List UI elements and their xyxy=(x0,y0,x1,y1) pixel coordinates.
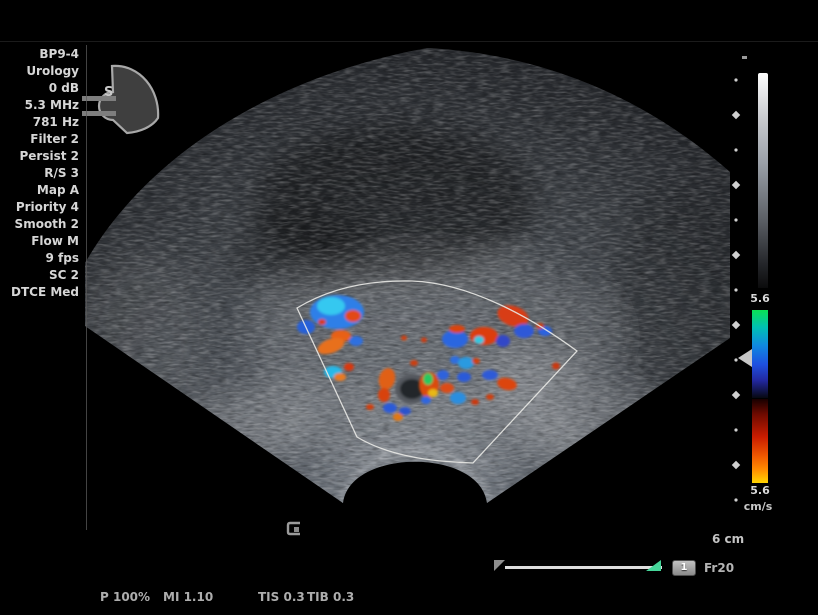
velocity-scale-bottom: 5.6 xyxy=(740,484,780,497)
param-flow: Flow M xyxy=(0,233,82,250)
param-frequency: 5.3 MHz xyxy=(0,97,82,114)
param-fps: 9 fps xyxy=(0,250,82,267)
cine-progress-bar[interactable] xyxy=(505,566,662,569)
param-preset: Urology xyxy=(0,63,82,80)
mi-label: MI 1.10 xyxy=(163,590,213,604)
cine-start-marker xyxy=(494,560,505,571)
color-doppler-bar-positive xyxy=(752,310,768,398)
frame-rate-label: Fr20 xyxy=(704,561,734,575)
param-persist: Persist 2 xyxy=(0,148,82,165)
frame-number-badge[interactable]: 1 xyxy=(672,560,696,576)
tib-label: TIB 0.3 xyxy=(307,590,354,604)
ultrasound-screen: BP9-4 Urology 0 dB 5.3 MHz 781 Hz Filter… xyxy=(0,0,818,615)
orientation-marker-icon xyxy=(285,520,305,538)
param-smooth: Smooth 2 xyxy=(0,216,82,233)
focus-marker[interactable] xyxy=(738,349,752,367)
tis-label: TIS 0.3 xyxy=(258,590,305,604)
probe-orientation-icon xyxy=(82,66,158,133)
sidebar-divider xyxy=(86,45,87,530)
param-sc: SC 2 xyxy=(0,267,82,284)
param-priority: Priority 4 xyxy=(0,199,82,216)
depth-label: 6 cm xyxy=(712,532,772,546)
param-prf: 781 Hz xyxy=(0,114,82,131)
power-label: P 100% xyxy=(100,590,150,604)
ultrasound-scan-area xyxy=(0,0,818,615)
velocity-scale-top: 5.6 xyxy=(740,292,780,305)
param-map: Map A xyxy=(0,182,82,199)
velocity-unit: cm/s xyxy=(738,500,778,513)
parameter-sidebar: BP9-4 Urology 0 dB 5.3 MHz 781 Hz Filter… xyxy=(0,46,82,301)
cine-position-marker[interactable] xyxy=(646,560,661,571)
param-dtce: DTCE Med xyxy=(0,284,82,301)
param-rs: R/S 3 xyxy=(0,165,82,182)
depth-scale-markers xyxy=(732,56,747,502)
param-gain: 0 dB xyxy=(0,80,82,97)
grayscale-bar xyxy=(758,73,768,288)
param-transducer: BP9-4 xyxy=(0,46,82,63)
header-divider xyxy=(0,41,818,42)
probe-orientation-label: S xyxy=(104,85,113,100)
color-doppler-bar-negative xyxy=(752,399,768,483)
param-filter: Filter 2 xyxy=(0,131,82,148)
